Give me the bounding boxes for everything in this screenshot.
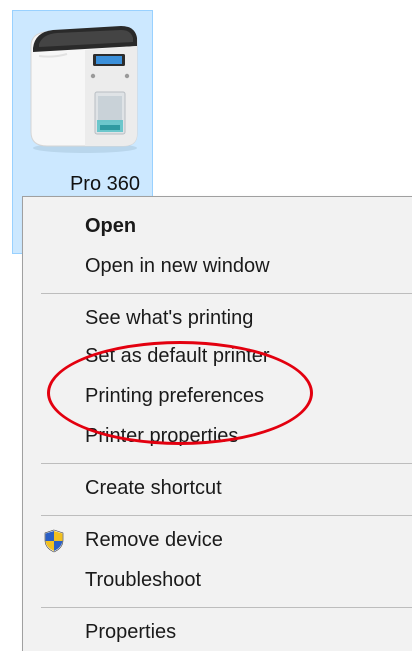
menu-separator [41,293,412,294]
menu-separator [41,607,412,608]
menu-item-label: Set as default printer [85,345,270,367]
menu-item-troubleshoot[interactable]: Troubleshoot [23,561,412,599]
menu-item-properties[interactable]: Properties [23,613,412,651]
menu-item-printer-properties[interactable]: Printer properties [23,417,412,455]
context-menu: Open Open in new window See what's print… [22,196,412,651]
menu-item-label: See what's printing [85,307,254,329]
menu-item-label: Printing preferences [85,385,264,407]
desktop: Pro 360 Open Open in new window See what… [0,0,412,651]
menu-item-label: Remove device [85,529,223,551]
menu-item-label: Open in new window [85,255,270,277]
menu-item-set-as-default-printer[interactable]: Set as default printer [23,337,412,375]
menu-item-remove-device[interactable]: Remove device [23,521,412,559]
menu-item-label: Printer properties [85,425,239,447]
menu-item-see-whats-printing[interactable]: See what's printing [23,299,412,337]
menu-item-open[interactable]: Open [23,207,412,245]
menu-item-printing-preferences[interactable]: Printing preferences [23,377,412,415]
uac-shield-icon [44,529,64,553]
printer-label[interactable]: Pro 360 [13,173,140,196]
menu-item-label: Troubleshoot [85,569,201,591]
menu-separator [41,463,412,464]
menu-item-label: Open [85,215,137,237]
card-printer-icon [30,26,138,153]
menu-item-create-shortcut[interactable]: Create shortcut [23,469,412,507]
menu-item-open-in-new-window[interactable]: Open in new window [23,247,412,285]
menu-item-label: Create shortcut [85,477,222,499]
menu-separator [41,515,412,516]
menu-item-label: Properties [85,621,177,643]
